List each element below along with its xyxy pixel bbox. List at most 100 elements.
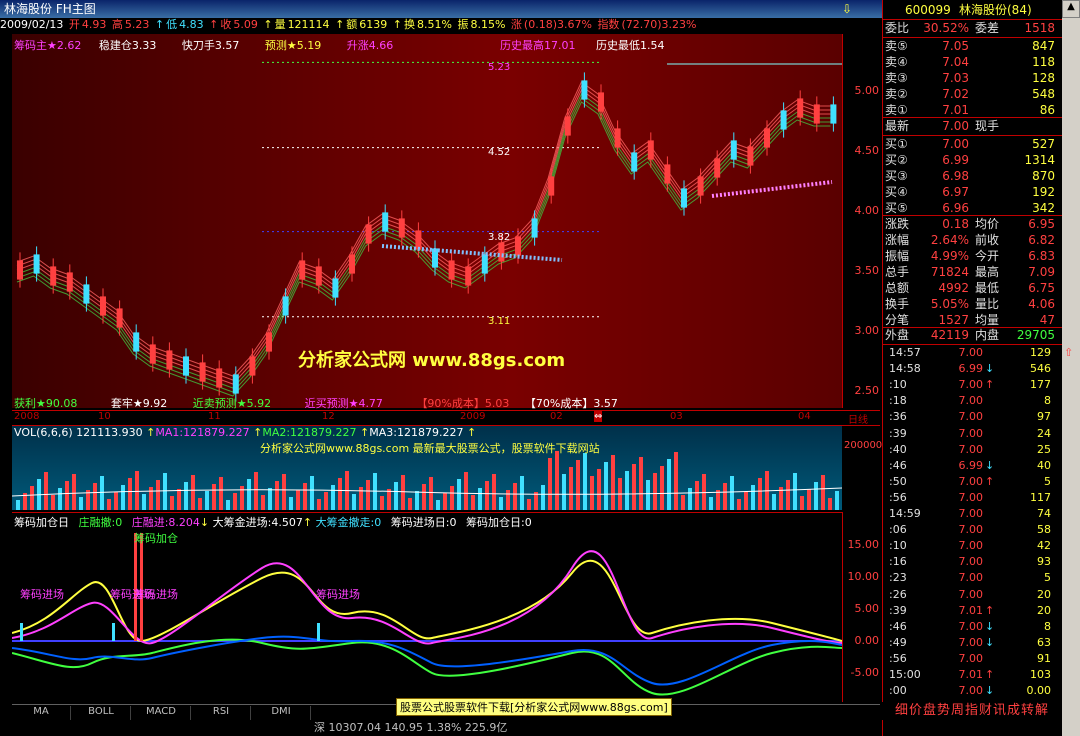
volume-bar <box>772 494 776 510</box>
tick-time: :50 <box>889 474 907 488</box>
volume-bar <box>702 474 706 510</box>
scrollbar[interactable]: ▲ ⇧ <box>1062 0 1080 736</box>
tab-dmi[interactable]: DMI <box>252 706 311 720</box>
volume-bar <box>107 499 111 510</box>
tab-boll[interactable]: BOLL <box>72 706 131 720</box>
stat-row: 总手 71824 最高 7.09 <box>885 264 1061 280</box>
stat-row: 总额 4992 最低 6.75 <box>885 280 1061 296</box>
sell-row: 卖④ 7.04 118 <box>885 54 1061 70</box>
volume-bar <box>226 500 230 510</box>
volume-bar <box>72 474 76 510</box>
tab-macd[interactable]: MACD <box>132 706 191 720</box>
tick-vol: 5 <box>1044 571 1051 585</box>
scroll-handle-icon[interactable]: ⇔ <box>594 411 603 422</box>
candle-body <box>332 278 339 298</box>
candle-body <box>116 308 123 328</box>
waipan-row: 外盘 42119 内盘 29705 <box>885 327 1061 343</box>
sell-row: 卖⑤ 7.05 847 <box>885 38 1061 54</box>
info-idx: (72.70)3.23% <box>621 18 697 31</box>
stat-value: 71824 <box>930 265 969 279</box>
volume-bar <box>394 482 398 510</box>
tick-price: 7.00 <box>958 635 984 649</box>
scroll-arrow-icon[interactable]: ⇧ <box>1064 346 1078 360</box>
volume-bar <box>688 488 692 510</box>
candle-body <box>714 158 721 178</box>
scroll-up-icon[interactable]: ▲ <box>1062 0 1080 18</box>
tick-vol: 117 <box>1030 490 1051 504</box>
tick-vol: 24 <box>1037 426 1051 440</box>
date-tick: 12 <box>322 411 335 422</box>
info-amt-label: 额 <box>346 18 358 31</box>
info-amt: 6139 <box>359 18 388 31</box>
volume-bar <box>450 486 454 510</box>
volume-bar <box>212 484 216 510</box>
buy-vol: 192 <box>1032 185 1055 199</box>
candle-body <box>216 368 223 388</box>
sell-price: 7.02 <box>942 87 969 101</box>
volume-bar <box>114 492 118 510</box>
ad-banner[interactable]: 股票公式股票软件下载[分析家公式网www.88gs.com] <box>396 698 672 716</box>
label-jinmai2: 近买预测★4.77 <box>304 397 383 410</box>
sell-price: 7.04 <box>942 55 969 69</box>
wecha-label: 委差 <box>975 21 1000 35</box>
sell-label: 卖③ <box>885 71 908 85</box>
volume-bar <box>751 485 755 510</box>
stat-label2: 最低 <box>975 281 1000 295</box>
volume-bar <box>709 497 713 510</box>
candle-body <box>664 164 671 184</box>
tick-row: :50 7.00 ↑ 5 <box>885 475 1061 489</box>
quote-bottom-tabs[interactable]: 细价盘势周指财讯成转解 <box>882 702 1062 720</box>
vol-ma3-arrow: ↑ <box>360 426 370 439</box>
tick-time: :23 <box>889 571 907 585</box>
chip-axis-tick: -5.00 <box>850 666 879 679</box>
sell-price: 7.05 <box>942 39 969 53</box>
tick-price: 6.99 <box>958 362 984 376</box>
tick-time: :46 <box>889 619 907 633</box>
tab-ma[interactable]: MA <box>12 706 71 720</box>
neipan-value: 29705 <box>1016 328 1055 342</box>
candle-body <box>50 266 57 286</box>
volume-bar <box>555 451 559 510</box>
label-yuce: 预测★5.19 <box>264 39 322 52</box>
info-close: 5.09 <box>233 18 258 31</box>
volume-bar <box>485 481 489 510</box>
quote-info-bar: 2009/02/13 开 4.93 高 5.23 ↑ 低 4.83 ↑ 收 5.09 ↑ 量 1… <box>0 18 880 32</box>
volume-bar <box>583 453 587 510</box>
volume-bar <box>681 495 685 510</box>
candle-body <box>813 104 820 124</box>
waipan-value: 42119 <box>930 328 969 342</box>
volume-bar <box>821 475 825 510</box>
buy-label: 买② <box>885 153 908 167</box>
volume-bar <box>457 479 461 510</box>
sell-label: 卖② <box>885 87 908 101</box>
volume-bar <box>135 471 139 510</box>
info-low: 4.83 <box>179 18 204 31</box>
stat-label2: 量比 <box>975 297 1000 311</box>
info-turn-arrow: ↑ <box>392 18 402 31</box>
volume-bar <box>16 500 20 510</box>
volume-bar <box>604 462 608 510</box>
candle-body <box>481 254 488 274</box>
stat-value2: 6.82 <box>1028 233 1055 247</box>
tick-row: :00 7.00 ↓ 0.00 <box>885 684 1061 698</box>
cost-line <box>711 180 833 198</box>
tick-time: :46 <box>889 458 907 472</box>
stat-value: 4.99% <box>930 249 969 263</box>
tick-arrow: ↓ <box>985 635 995 649</box>
tab-rsi[interactable]: RSI <box>192 706 251 720</box>
tick-time: :49 <box>889 635 907 649</box>
volume-bar <box>310 476 314 510</box>
info-chg-label: 涨 <box>510 18 522 31</box>
candle-body <box>780 110 787 130</box>
ma-line <box>16 81 831 377</box>
hist-low: 历史最低1.54 <box>596 39 665 52</box>
info-turn: 8.51% <box>417 18 452 31</box>
label-huoli: 获利★90.08 <box>14 397 78 410</box>
down-arrow-icon[interactable]: ⇩ <box>842 2 852 16</box>
candle-body <box>581 80 588 100</box>
tick-row: :40 7.00 25 <box>885 443 1061 457</box>
period-label[interactable]: 日线 <box>848 411 868 426</box>
latest-value: 7.00 <box>942 119 969 133</box>
info-open: 4.93 <box>81 18 107 31</box>
stat-label: 分笔 <box>885 313 910 327</box>
